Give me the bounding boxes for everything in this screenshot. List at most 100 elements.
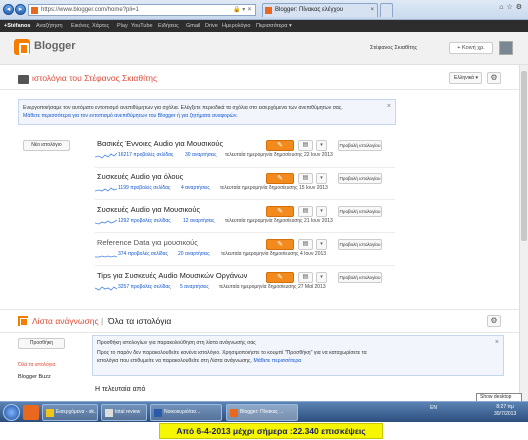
chevron-down-icon[interactable]: ▾ xyxy=(316,206,327,217)
posts-list-icon[interactable]: ▤ xyxy=(298,272,313,283)
gbar-item[interactable]: +Stéfanos xyxy=(4,20,30,32)
sidebar-item-all-blogs[interactable]: Όλα τα ιστολόγια xyxy=(18,362,55,368)
avatar[interactable] xyxy=(499,41,513,55)
close-tab-icon[interactable]: × xyxy=(370,4,374,17)
title-separator: | xyxy=(101,316,104,326)
blog-posts[interactable]: 30 αναρτήσεις xyxy=(185,152,217,158)
all-blogs-title: Όλα τα ιστολόγια xyxy=(108,316,172,326)
browser-icon[interactable] xyxy=(23,405,39,420)
blog-posts[interactable]: 12 αναρτήσεις xyxy=(183,218,215,224)
new-blog-button[interactable]: Νέο ιστολόγιο xyxy=(23,140,70,151)
visits-caption: Από 6-4-2013 μέχρι σήμερα :22.340 επισκέ… xyxy=(159,423,383,439)
close-icon[interactable]: × xyxy=(387,103,391,110)
start-button-icon[interactable] xyxy=(3,404,20,421)
posts-list-icon[interactable]: ▤ xyxy=(298,239,313,250)
blog-last-post: τελευταία ημερομηνία δημοσίευσης 15 Ιουν… xyxy=(220,185,328,191)
blog-name[interactable]: Βασικές Έννοιες Audio για Μουσικούς xyxy=(97,139,223,148)
blog-name[interactable]: Συσκευές Audio για Μουσικούς xyxy=(97,205,200,214)
blog-name[interactable]: Συσκευές Audio για όλους xyxy=(97,172,183,181)
blog-last-post: τελευταία ημερομηνία δημοσίευσης 27 Μαΐ … xyxy=(219,284,326,290)
browser-chrome: ◂ ▸ https://www.blogger.com/home?pli=1 🔒… xyxy=(0,0,528,20)
blog-posts[interactable]: 5 αναρτήσεις xyxy=(180,284,209,290)
gbar-item[interactable]: Αναζήτηση xyxy=(36,20,63,32)
taskbar-item[interactable]: Εισερχόμενα - sk... xyxy=(42,404,98,421)
gbar-item[interactable]: Play xyxy=(117,20,128,32)
taskbar-item[interactable]: total review xyxy=(101,404,147,421)
gbar-item[interactable]: Εικόνες xyxy=(71,20,90,32)
forward-button[interactable]: ▸ xyxy=(15,4,26,15)
gbar-item[interactable]: YouTube xyxy=(131,20,153,32)
window-controls[interactable]: ⌂☆⚙ xyxy=(499,3,525,11)
scrollbar[interactable] xyxy=(519,65,528,401)
gear-icon[interactable]: ⚙ xyxy=(487,315,501,327)
blog-name[interactable]: Tips για Συσκευές Audio Μουσικών Οργάνων xyxy=(97,271,247,280)
gbar-item[interactable]: Ειδήσεις xyxy=(158,20,179,32)
blog-views[interactable]: 1199 προβολές σελίδας xyxy=(118,185,170,191)
scrollbar-thumb[interactable] xyxy=(521,71,527,241)
edit-post-button[interactable]: ✎ xyxy=(266,173,294,184)
taskbar-item-label: total review xyxy=(115,409,141,415)
gear-icon[interactable]: ⚙ xyxy=(487,72,501,84)
chevron-down-icon[interactable]: ▾ xyxy=(316,272,327,283)
gbar-item[interactable]: Drive xyxy=(205,20,218,32)
blog-views[interactable]: 1292 προβολές σελίδας xyxy=(118,218,171,224)
blog-name[interactable]: Reference Data για μουσικούς xyxy=(97,238,198,247)
view-blog-button[interactable]: Προβολή ιστολογίου xyxy=(338,140,382,151)
chevron-down-icon[interactable]: ▾ xyxy=(316,173,327,184)
edit-post-button[interactable]: ✎ xyxy=(266,272,294,283)
latest-heading: Η τελευταία από xyxy=(95,386,146,393)
view-blog-button[interactable]: Προβολή ιστολογίου xyxy=(338,173,382,184)
blog-views[interactable]: 374 προβολές σελίδας xyxy=(118,251,168,257)
notice-heading: Προσθήκη ιστολογίων για παρακολούθηση στ… xyxy=(97,340,256,346)
gbar-item[interactable]: Χάρτες xyxy=(92,20,109,32)
edit-post-button[interactable]: ✎ xyxy=(266,239,294,250)
notice-link[interactable]: Μάθετε περισσότερα για τον εντοπισμό ανε… xyxy=(23,113,238,119)
gbar-item[interactable]: Περισσότερα ▾ xyxy=(256,20,292,32)
blog-row: Tips για Συσκευές Audio Μουσικών Οργάνων… xyxy=(90,271,400,303)
blog-posts[interactable]: 4 αναρτήσεις xyxy=(181,185,210,191)
blog-last-post: τελευταία ημερομηνία δημοσίευσης 22 Ιουν… xyxy=(225,152,333,158)
sparkline-icon xyxy=(95,286,117,291)
language-indicator[interactable]: EN xyxy=(430,405,437,411)
brand-name[interactable]: Blogger xyxy=(34,40,76,52)
reading-list-icon xyxy=(18,316,28,326)
address-controls-icon[interactable]: 🔒 ▾ ✕ xyxy=(233,6,252,15)
edit-post-button[interactable]: ✎ xyxy=(266,206,294,217)
chevron-down-icon[interactable]: ▾ xyxy=(316,239,327,250)
blog-views[interactable]: 3257 προβολές σελίδας xyxy=(118,284,171,290)
notice-text-tail: ιστολόγια που επιθυμείτε να παρακολουθεί… xyxy=(97,358,252,364)
address-bar[interactable]: https://www.blogger.com/home?pli=1 🔒 ▾ ✕ xyxy=(28,4,256,16)
taskbar-item[interactable]: Blogger: Πίνακας ... xyxy=(226,404,298,421)
back-button[interactable]: ◂ xyxy=(3,4,14,15)
edit-post-button[interactable]: ✎ xyxy=(266,140,294,151)
taskbar-item[interactable]: Νοικοκυριό/ασ... xyxy=(150,404,222,421)
mail-icon xyxy=(46,409,54,417)
gbar-item[interactable]: Gmail xyxy=(186,20,200,32)
view-blog-button[interactable]: Προβολή ιστολογίου xyxy=(338,272,382,283)
blogger-favicon-icon xyxy=(265,7,272,14)
sidebar-item-blogger-buzz[interactable]: Blogger Buzz xyxy=(18,374,51,380)
view-blog-button[interactable]: Προβολή ιστολογίου xyxy=(338,239,382,250)
spam-notice: Ενεργοποιήσαμε τον αυτόματο εντοπισμό αν… xyxy=(18,99,396,125)
gbar-item[interactable]: Ημερολόγιο xyxy=(222,20,250,32)
view-blog-button[interactable]: Προβολή ιστολογίου xyxy=(338,206,382,217)
blogger-favicon-icon xyxy=(31,7,38,14)
close-icon[interactable]: × xyxy=(495,339,499,346)
new-tab-button[interactable] xyxy=(380,3,393,17)
clock[interactable]: 8:27 πμ 30/7/2013 xyxy=(494,404,516,418)
posts-list-icon[interactable]: ▤ xyxy=(298,206,313,217)
posts-list-icon[interactable]: ▤ xyxy=(298,140,313,151)
blogger-logo-icon[interactable] xyxy=(14,39,30,55)
tab-1[interactable]: Blogger: Πίνακας ελέγχου × xyxy=(262,3,378,17)
add-button[interactable]: Προσθήκη xyxy=(18,338,65,349)
language-select[interactable]: Ελληνικά xyxy=(449,72,482,84)
posts-list-icon[interactable]: ▤ xyxy=(298,173,313,184)
sparkline-icon xyxy=(95,255,117,258)
chevron-down-icon[interactable]: ▾ xyxy=(316,140,327,151)
blog-posts[interactable]: 20 αναρτήσεις xyxy=(178,251,210,257)
share-button[interactable]: + Κοινή χρ. xyxy=(449,42,493,54)
user-name[interactable]: Στέφανος Σκιαθίτης xyxy=(370,45,417,51)
blog-views[interactable]: 16217 προβολές σελίδας xyxy=(118,152,173,158)
clock-time: 8:27 πμ xyxy=(496,404,514,410)
learn-more-link[interactable]: Μάθετε περισσότερα xyxy=(253,358,301,364)
